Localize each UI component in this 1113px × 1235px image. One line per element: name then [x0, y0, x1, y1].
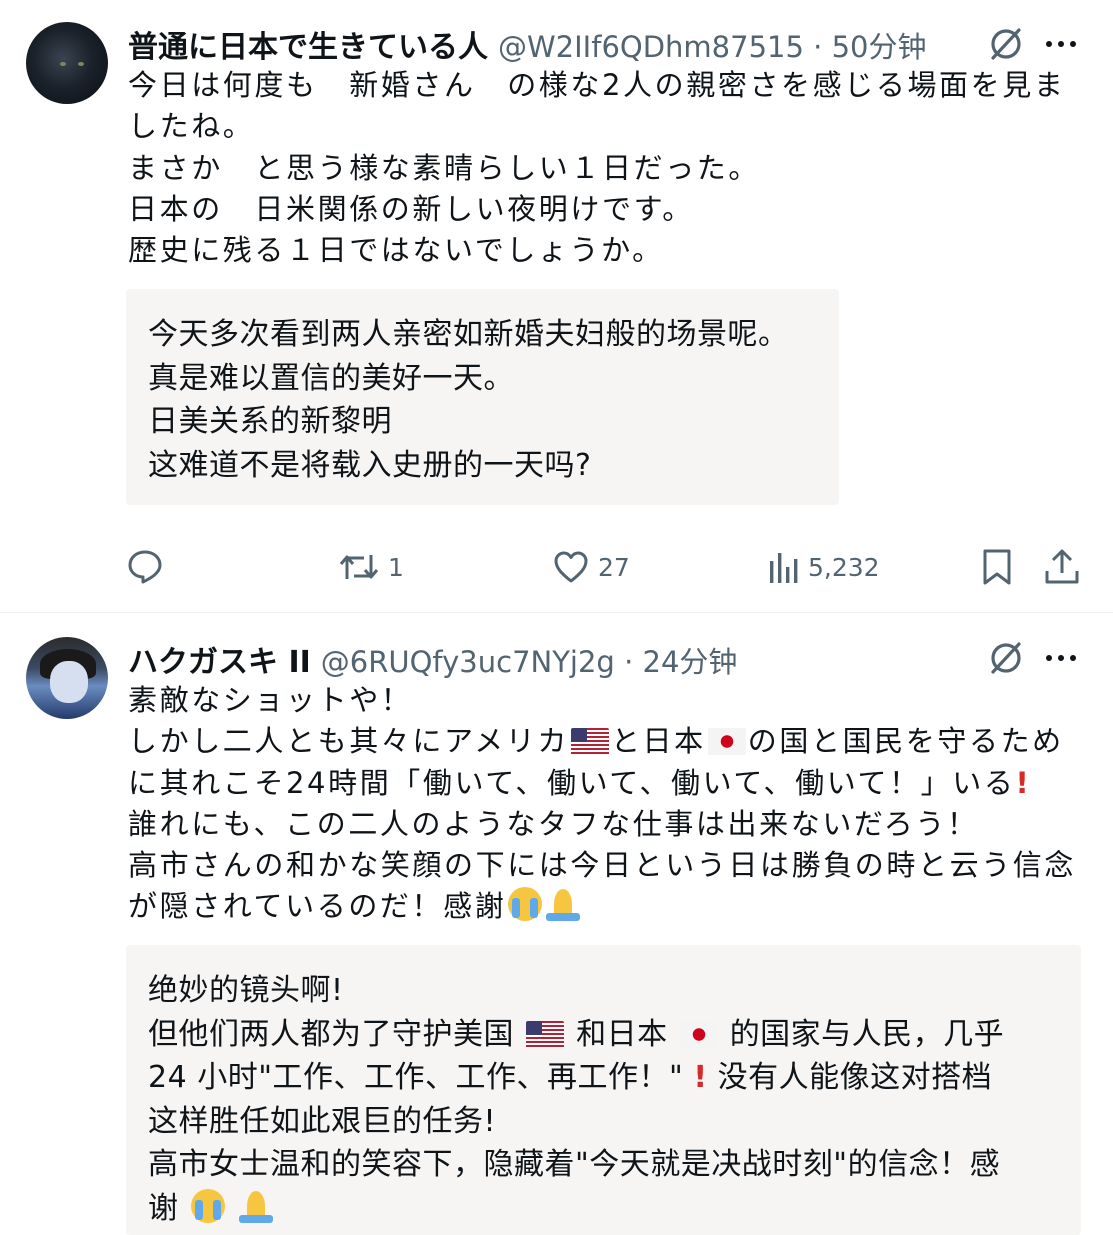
praying-hands-icon — [546, 887, 581, 922]
text-span: と日本 — [610, 724, 706, 759]
more-horizontal-icon[interactable] — [1043, 640, 1079, 676]
text-span: が隠されているのだ！感謝 — [128, 889, 507, 924]
author-handle-time[interactable]: @W2IIf6QDhm87515 · 50分钟 — [498, 24, 927, 66]
view-count: 5,232 — [808, 552, 880, 582]
text-span: 的国家与人民，几乎 — [729, 1016, 1005, 1052]
like-count: 27 — [598, 552, 630, 582]
text-span: 24 小时"工作、工作、工作、再工作！" — [148, 1060, 684, 1095]
text-span: の国と国民を守るため — [747, 724, 1064, 759]
translation-box: 绝妙的镜头啊! 但他们两人都为了守护美国 和日本 的国家与人民，几乎 24 小时… — [126, 945, 1081, 1235]
like-button[interactable]: 27 — [552, 549, 630, 585]
more-horizontal-icon[interactable] — [1043, 26, 1079, 62]
tweet-text: 素敵なショットや！ しかし二人とも其々にアメリカ と日本 の国と国民を守るため に其… — [128, 680, 1088, 928]
crying-face-icon — [508, 887, 543, 922]
tweet-header: ハクガスキ II @6RUQfy3uc7NYj2g · 24分钟 — [128, 637, 737, 681]
bookmark-button[interactable] — [980, 547, 1014, 587]
translation-line: 这样胜任如此艰巨的任务! — [148, 1103, 497, 1139]
share-button[interactable] — [1043, 547, 1081, 587]
avatar[interactable] — [26, 22, 108, 104]
praying-hands-icon — [238, 1189, 273, 1223]
tweet-text: 今日は何度も 新婚さん の様な2人の親密さを感じる場面を見ましたね。 まさか と… — [128, 68, 1066, 268]
text-span: に其れこそ24時間「働いて、働いて、働いて、働いて！」いる — [128, 765, 1016, 800]
translation-line: 高市女士温和的笑容下，隐藏着"今天就是决战时刻"的信念！感 — [148, 1147, 1001, 1182]
author-name[interactable]: ハクガスキ II — [128, 637, 311, 681]
tweet-header: 普通に日本で生きている人 @W2IIf6QDhm87515 · 50分钟 — [128, 22, 927, 66]
japan-flag-icon — [679, 1020, 718, 1048]
text-span: 谢 — [148, 1190, 179, 1226]
action-bar: 1 27 5,232 — [0, 545, 1113, 591]
views-button[interactable]: 5,232 — [768, 549, 880, 585]
tweet-2[interactable]: ハクガスキ II @6RUQfy3uc7NYj2g · 24分钟 素敵なショット… — [0, 613, 1113, 1235]
retweet-button[interactable]: 1 — [338, 549, 404, 585]
avatar[interactable] — [26, 637, 108, 719]
crying-face-icon — [190, 1188, 225, 1223]
retweet-icon — [339, 555, 379, 579]
translation-line: 谢 — [148, 1187, 1059, 1231]
tweet-1[interactable]: 普通に日本で生きている人 @W2IIf6QDhm87515 · 50分钟 今日は… — [0, 0, 1113, 612]
text-line: に其れこそ24時間「働いて、働いて、働いて、働いて！」いる! — [128, 763, 1088, 804]
text-line: 素敵なショットや！ — [128, 683, 413, 717]
author-handle-time[interactable]: @6RUQfy3uc7NYj2g · 24分钟 — [321, 639, 738, 681]
exclamation-icon: ! — [693, 1060, 708, 1095]
text-line: が隠されているのだ！感謝 — [128, 886, 1088, 927]
translation-line: 24 小时"工作、工作、工作、再工作！" ! 没有人能像这对搭档 — [148, 1056, 1059, 1100]
translation-line: 绝妙的镜头啊! — [148, 973, 344, 1008]
grok-slash-icon[interactable] — [986, 24, 1026, 64]
text-line: しかし二人とも其々にアメリカ と日本 の国と国民を守るため — [128, 721, 1088, 762]
text-line: 誰れにも、この二人のようなタフな仕事は出来ないだろう！ — [128, 806, 979, 841]
us-flag-icon — [570, 728, 609, 756]
translation-text: 今天多次看到两人亲密如新婚夫妇般的场景呢。 真是难以置信的美好一天。 日美关系的… — [148, 317, 789, 483]
text-span: しかし二人とも其々にアメリカ — [128, 724, 569, 759]
reply-button[interactable] — [126, 547, 172, 585]
bookmark-icon — [983, 549, 1011, 585]
japan-flag-icon — [707, 728, 746, 756]
text-line: 高市さんの和かな笑顔の下には今日という日は勝負の時と云う信念 — [128, 848, 1077, 883]
exclamation-icon: ! — [1015, 765, 1032, 800]
translation-line: 但他们两人都为了守护美国 和日本 的国家与人民，几乎 — [148, 1013, 1059, 1057]
reply-bubble-icon — [128, 550, 162, 584]
translation-text: 绝妙的镜头啊! 但他们两人都为了守护美国 和日本 的国家与人民，几乎 24 小时… — [148, 969, 1059, 1230]
share-upload-icon — [1045, 549, 1079, 584]
grok-slash-icon[interactable] — [986, 638, 1026, 678]
bar-chart-icon — [770, 553, 798, 583]
translation-box: 今天多次看到两人亲密如新婚夫妇般的场景呢。 真是难以置信的美好一天。 日美关系的… — [126, 289, 839, 505]
author-name[interactable]: 普通に日本で生きている人 — [128, 22, 488, 66]
text-span: 但他们两人都为了守护美国 — [148, 1016, 514, 1052]
text-span: 和日本 — [576, 1016, 668, 1052]
us-flag-icon — [526, 1020, 565, 1048]
text-span: 没有人能像这对搭档 — [717, 1060, 993, 1095]
retweet-count: 1 — [388, 552, 404, 582]
heart-icon — [554, 551, 588, 583]
